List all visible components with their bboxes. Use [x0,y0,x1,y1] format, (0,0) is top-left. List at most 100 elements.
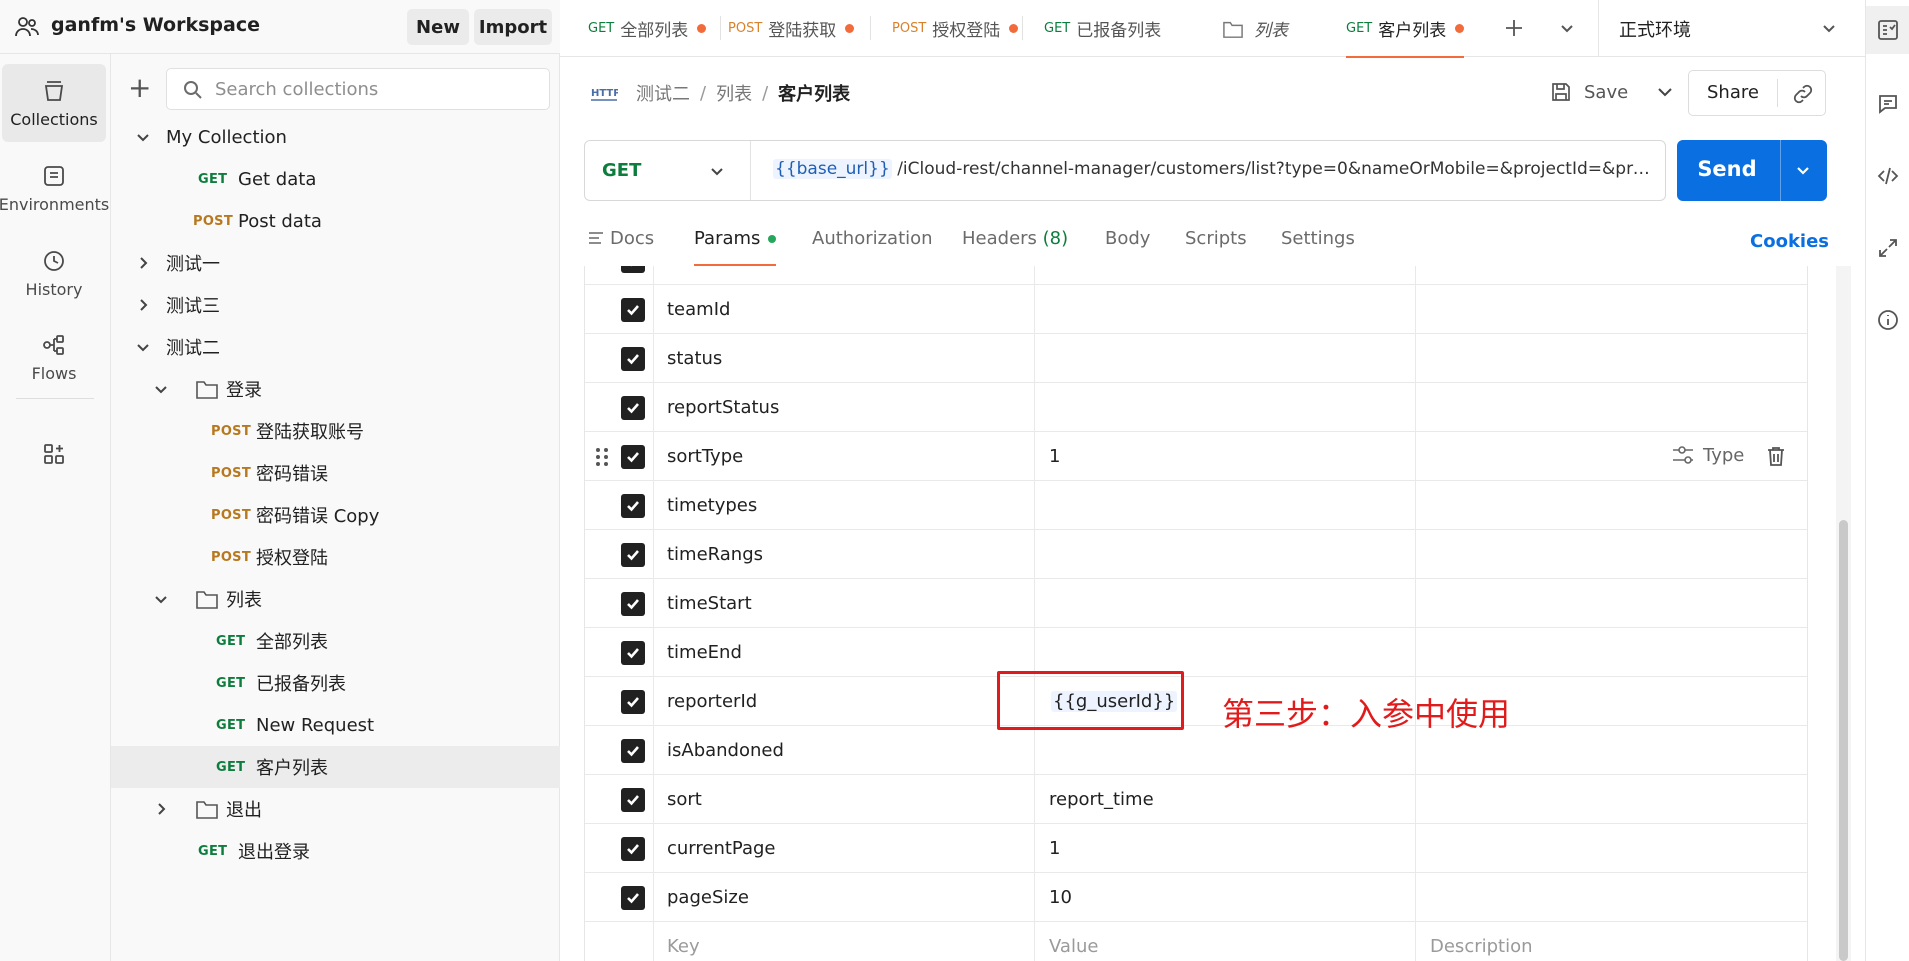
param-row[interactable]: timeStart [585,579,1807,628]
tree-request[interactable]: POST 授权登陆 [111,536,560,578]
param-key[interactable]: timeRangs [667,544,763,565]
tab-reported-list[interactable]: GET 已报备列表 [1044,0,1162,57]
tree-request[interactable]: POST Post data [111,200,560,242]
rail-environments[interactable]: Environments [0,149,109,227]
rail-history[interactable]: History [2,234,106,312]
breadcrumb-part[interactable]: 测试二 [636,80,690,106]
new-button[interactable]: New [407,9,469,45]
key-placeholder[interactable]: Key [667,936,700,957]
send-options-chevron-icon[interactable] [1795,162,1811,178]
tree-request[interactable]: GET 全部列表 [111,620,560,662]
tree-request[interactable]: POST 密码错误 Copy [111,494,560,536]
trash-icon[interactable] [1765,445,1787,467]
tree-folder[interactable]: 退出 [111,788,560,830]
save-button[interactable]: Save [1550,74,1628,110]
param-value[interactable]: 1 [1049,446,1060,467]
rail-flows[interactable]: Flows [2,318,106,396]
search-input[interactable] [215,77,535,101]
tab-auth-login[interactable]: POST 授权登陆 [892,0,1019,57]
param-row[interactable]: pageSize 10 [585,873,1807,922]
param-row[interactable]: reporterId {{g_userId}} [585,677,1807,726]
copy-link-icon[interactable] [1791,82,1815,106]
param-row[interactable] [585,266,1807,285]
param-key[interactable]: currentPage [667,838,776,859]
param-key[interactable]: reporterId [667,691,757,712]
param-row[interactable]: isAbandoned [585,726,1807,775]
param-checkbox[interactable] [621,739,645,763]
description-placeholder[interactable]: Description [1430,936,1533,957]
url-input[interactable]: {{base_url}} /iCloud-rest/channel-manage… [773,159,1653,179]
param-checkbox[interactable] [621,592,645,616]
code-icon[interactable] [1876,164,1900,188]
param-row[interactable]: sort report_time [585,775,1807,824]
tab-scripts[interactable]: Scripts [1185,228,1247,266]
method-select[interactable]: GET [585,141,751,200]
param-checkbox[interactable] [621,690,645,714]
tab-login-account[interactable]: POST 登陆获取 [728,0,863,57]
value-placeholder[interactable]: Value [1049,936,1098,957]
param-row[interactable]: status [585,334,1807,383]
tree-request[interactable]: POST 密码错误 [111,452,560,494]
tab-customer-list[interactable]: GET 客户列表 [1346,0,1465,58]
param-checkbox[interactable] [621,347,645,371]
param-value[interactable]: 10 [1049,887,1072,908]
cookies-link[interactable]: Cookies [1750,231,1829,252]
param-key[interactable]: pageSize [667,887,749,908]
tree-collection[interactable]: 测试三 [111,284,560,326]
tree-request-selected[interactable]: GET 客户列表 [111,746,560,788]
param-checkbox[interactable] [621,788,645,812]
tree-collection[interactable]: 测试一 [111,242,560,284]
rail-configure[interactable] [2,424,106,484]
tree-request[interactable]: GET Get data [111,158,560,200]
url-variable[interactable]: {{base_url}} [773,159,892,179]
tree-my-collection[interactable]: My Collection [111,116,560,158]
tab-docs[interactable]: Docs [588,228,654,266]
param-checkbox[interactable] [621,494,645,518]
search-box[interactable] [166,68,550,110]
rail-collections[interactable]: Collections [2,64,106,142]
param-row[interactable]: reportStatus [585,383,1807,432]
param-key[interactable]: sort [667,789,702,810]
tree-folder[interactable]: 列表 [111,578,560,620]
param-key[interactable]: reportStatus [667,397,779,418]
param-key[interactable]: isAbandoned [667,740,784,761]
save-options-chevron-icon[interactable] [1647,74,1683,110]
param-row[interactable]: timeEnd [585,628,1807,677]
tree-request[interactable]: GET New Request [111,704,560,746]
param-checkbox[interactable] [621,298,645,322]
add-collection-icon[interactable]: + [128,74,151,102]
breadcrumb-part[interactable]: 列表 [716,80,752,106]
workspace-title[interactable]: ganfm's Workspace [51,14,260,36]
param-checkbox[interactable] [621,266,645,273]
tabs-overflow-chevron-icon[interactable] [1559,20,1575,36]
param-key[interactable]: timetypes [667,495,757,516]
param-checkbox[interactable] [621,641,645,665]
param-type-button[interactable]: Type [1671,444,1744,466]
param-key[interactable]: timeStart [667,593,752,614]
param-row[interactable]: timetypes [585,481,1807,530]
param-row[interactable]: teamId [585,285,1807,334]
param-checkbox[interactable] [621,543,645,567]
breadcrumb-current[interactable]: 客户列表 [778,80,850,106]
param-row[interactable]: timeRangs [585,530,1807,579]
param-checkbox[interactable] [621,445,645,469]
related-icon[interactable] [1876,236,1900,260]
tab-headers[interactable]: Headers (8) [962,228,1068,266]
param-value[interactable]: report_time [1049,789,1154,810]
param-checkbox[interactable] [621,396,645,420]
tree-folder[interactable]: 登录 [111,368,560,410]
param-checkbox[interactable] [621,837,645,861]
tab-body[interactable]: Body [1105,228,1150,266]
comments-icon[interactable] [1876,92,1900,116]
param-value[interactable]: 1 [1049,838,1060,859]
info-icon[interactable] [1876,308,1900,332]
tree-request[interactable]: POST 登陆获取账号 [111,410,560,452]
import-button[interactable]: Import [474,9,552,45]
tree-collection[interactable]: 测试二 [111,326,560,368]
share-button[interactable]: Share [1707,82,1759,103]
environment-select[interactable]: 正式环境 [1598,0,1865,57]
param-key[interactable]: timeEnd [667,642,742,663]
param-row[interactable]: sortType 1 Type [585,432,1807,481]
tree-request[interactable]: GET 退出登录 [111,830,560,872]
param-row[interactable]: currentPage 1 [585,824,1807,873]
